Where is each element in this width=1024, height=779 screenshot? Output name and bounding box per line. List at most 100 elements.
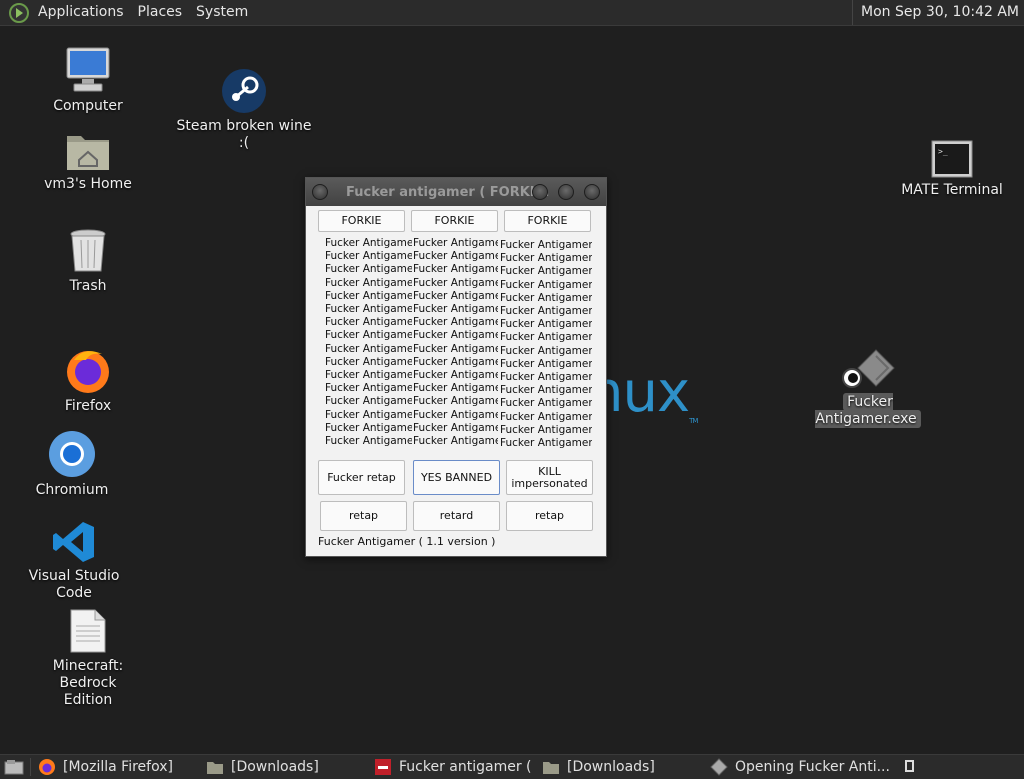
antigamer-label: Fucker Antigamer: [325, 342, 412, 355]
antigamer-label: Fucker Antigamer: [325, 382, 412, 395]
wallpaper-logo-tm: TM: [689, 417, 698, 425]
antigamer-label: Fucker Antigamer: [500, 265, 592, 278]
antigamer-label: Fucker Antigamer: [325, 250, 412, 263]
menu-applications[interactable]: Applications: [31, 0, 131, 25]
antigamer-label: Fucker Antigamer: [413, 382, 498, 395]
task-antigamer[interactable]: Fucker antigamer ( ...: [374, 755, 534, 779]
top-panel: Applications Places System Mon Sep 30, 1…: [0, 0, 1024, 26]
antigamer-label: Fucker Antigamer: [325, 421, 412, 434]
antigamer-label: Fucker Antigamer: [325, 276, 412, 289]
show-desktop-button[interactable]: [4, 755, 26, 779]
antigamer-label: Fucker Antigamer: [500, 371, 592, 384]
desktop-icon-home[interactable]: vm3's Home: [40, 128, 136, 193]
version-label: Fucker Antigamer ( 1.1 version ): [318, 535, 496, 548]
window-menu-icon[interactable]: [312, 184, 328, 200]
text-file-icon: [69, 608, 107, 654]
antigamer-label: Fucker Antigamer: [325, 435, 412, 448]
taskbar-separator: [30, 758, 31, 776]
forkie-button-1[interactable]: FORKIE: [318, 210, 405, 232]
clock[interactable]: Mon Sep 30, 10:42 AM: [852, 0, 1019, 25]
antigamer-label: Fucker Antigamer: [413, 303, 498, 316]
desktop-icon-chromium[interactable]: Chromium: [24, 430, 120, 499]
label-column-3: Fucker Antigamer Fucker Antigamer Fucker A…: [500, 239, 592, 450]
mate-logo-icon[interactable]: [9, 2, 29, 23]
workspace-switcher[interactable]: [905, 760, 914, 772]
desktop-icon-trash-label: Trash: [69, 278, 107, 294]
antigamer-label: Fucker Antigamer: [413, 355, 498, 368]
label-column-1: Fucker Antigamer Fucker Antigamer Fucker A…: [325, 237, 412, 448]
antigamer-label: Fucker Antigamer: [413, 237, 498, 249]
antigamer-label: Fucker Antigamer: [500, 252, 592, 265]
antigamer-label: Fucker Antigamer: [325, 303, 412, 316]
chromium-icon: [48, 430, 96, 478]
antigamer-label: Fucker Antigamer: [413, 408, 498, 421]
desktop-icon-steam[interactable]: Steam broken wine :(: [176, 68, 312, 152]
antigamer-label: Fucker Antigamer: [413, 276, 498, 289]
svg-text:>_: >_: [938, 147, 948, 156]
minimize-icon[interactable]: [532, 184, 548, 200]
menu-places[interactable]: Places: [131, 0, 190, 25]
menu-system[interactable]: System: [189, 0, 255, 25]
retap-button-2[interactable]: retap: [506, 501, 593, 531]
task-firefox[interactable]: [Mozilla Firefox]: [38, 755, 198, 779]
task-opening[interactable]: Opening Fucker Anti...: [710, 755, 890, 779]
task-downloads-1[interactable]: [Downloads]: [206, 755, 366, 779]
desktop-icon-computer-label: Computer: [53, 98, 123, 114]
kill-impersonated-button[interactable]: KILL impersonated: [506, 460, 593, 495]
antigamer-label: Fucker Antigamer: [325, 329, 412, 342]
antigamer-label: Fucker Antigamer: [325, 316, 412, 329]
antigamer-label: Fucker Antigamer: [500, 344, 592, 357]
vscode-icon: [52, 520, 96, 564]
antigamer-label: Fucker Antigamer: [413, 369, 498, 382]
antigamer-label: Fucker Antigamer: [500, 384, 592, 397]
antigamer-window: Fucker antigamer ( FORKI... FORKIE FORKI…: [305, 177, 607, 557]
task-downloads-1-label: [Downloads]: [231, 759, 319, 775]
antigamer-label: Fucker Antigamer: [500, 357, 592, 370]
desktop-icon-computer[interactable]: Computer: [40, 46, 136, 115]
yes-banned-button[interactable]: YES BANNED: [413, 460, 500, 495]
desktop-icon-exe[interactable]: Fucker Antigamer.exe: [798, 348, 938, 428]
fucker-retap-button[interactable]: Fucker retap: [318, 460, 405, 495]
antigamer-label: Fucker Antigamer: [325, 289, 412, 302]
desktop-icon-chromium-label: Chromium: [35, 482, 109, 498]
desktop-icon-minecraft-label: Minecraft: Bedrock Edition: [52, 658, 124, 708]
close-icon[interactable]: [584, 184, 600, 200]
antigamer-label: Fucker Antigamer: [500, 278, 592, 291]
antigamer-label: Fucker Antigamer: [500, 437, 592, 450]
forkie-button-3[interactable]: FORKIE: [504, 210, 591, 232]
task-downloads-2[interactable]: [Downloads]: [542, 755, 702, 779]
folder-icon: [543, 762, 559, 774]
desktop-icon-exe-label: Fucker Antigamer.exe: [815, 393, 921, 428]
antigamer-label: Fucker Antigamer: [500, 291, 592, 304]
forkie-button-2[interactable]: FORKIE: [411, 210, 498, 232]
antigamer-label: Fucker Antigamer: [500, 331, 592, 344]
desktop-icon-terminal-label: MATE Terminal: [901, 182, 1003, 198]
antigamer-label: Fucker Antigamer: [413, 395, 498, 408]
antigamer-label: Fucker Antigamer: [325, 237, 412, 249]
desktop-icon-firefox[interactable]: Firefox: [40, 346, 136, 415]
desktop-icon-minecraft[interactable]: Minecraft: Bedrock Edition: [24, 608, 152, 709]
wine-exe-icon: [838, 348, 898, 390]
antigamer-label: Fucker Antigamer: [500, 423, 592, 436]
antigamer-label: Fucker Antigamer: [500, 239, 592, 251]
antigamer-label: Fucker Antigamer: [413, 421, 498, 434]
desktop-icon-vscode[interactable]: Visual Studio Code: [14, 520, 134, 602]
maximize-icon[interactable]: [558, 184, 574, 200]
desktop-icon-firefox-label: Firefox: [64, 398, 112, 414]
trash-icon: [68, 228, 108, 274]
desktop-icon-trash[interactable]: Trash: [40, 228, 136, 295]
show-desktop-icon: [4, 760, 24, 775]
firefox-icon: [39, 759, 55, 775]
desktop-icon-terminal[interactable]: >_ MATE Terminal: [900, 140, 1004, 199]
antigamer-label: Fucker Antigamer: [413, 263, 498, 276]
app-icon: [375, 759, 391, 775]
retap-button-1[interactable]: retap: [320, 501, 407, 531]
antigamer-label: Fucker Antigamer: [413, 342, 498, 355]
computer-icon: [64, 46, 112, 94]
terminal-icon: >_: [931, 140, 973, 178]
window-titlebar[interactable]: Fucker antigamer ( FORKI...: [306, 178, 606, 206]
desktop-icon-steam-label: Steam broken wine :(: [176, 118, 312, 151]
antigamer-label: Fucker Antigamer: [413, 289, 498, 302]
antigamer-label: Fucker Antigamer: [325, 408, 412, 421]
retard-button[interactable]: retard: [413, 501, 500, 531]
